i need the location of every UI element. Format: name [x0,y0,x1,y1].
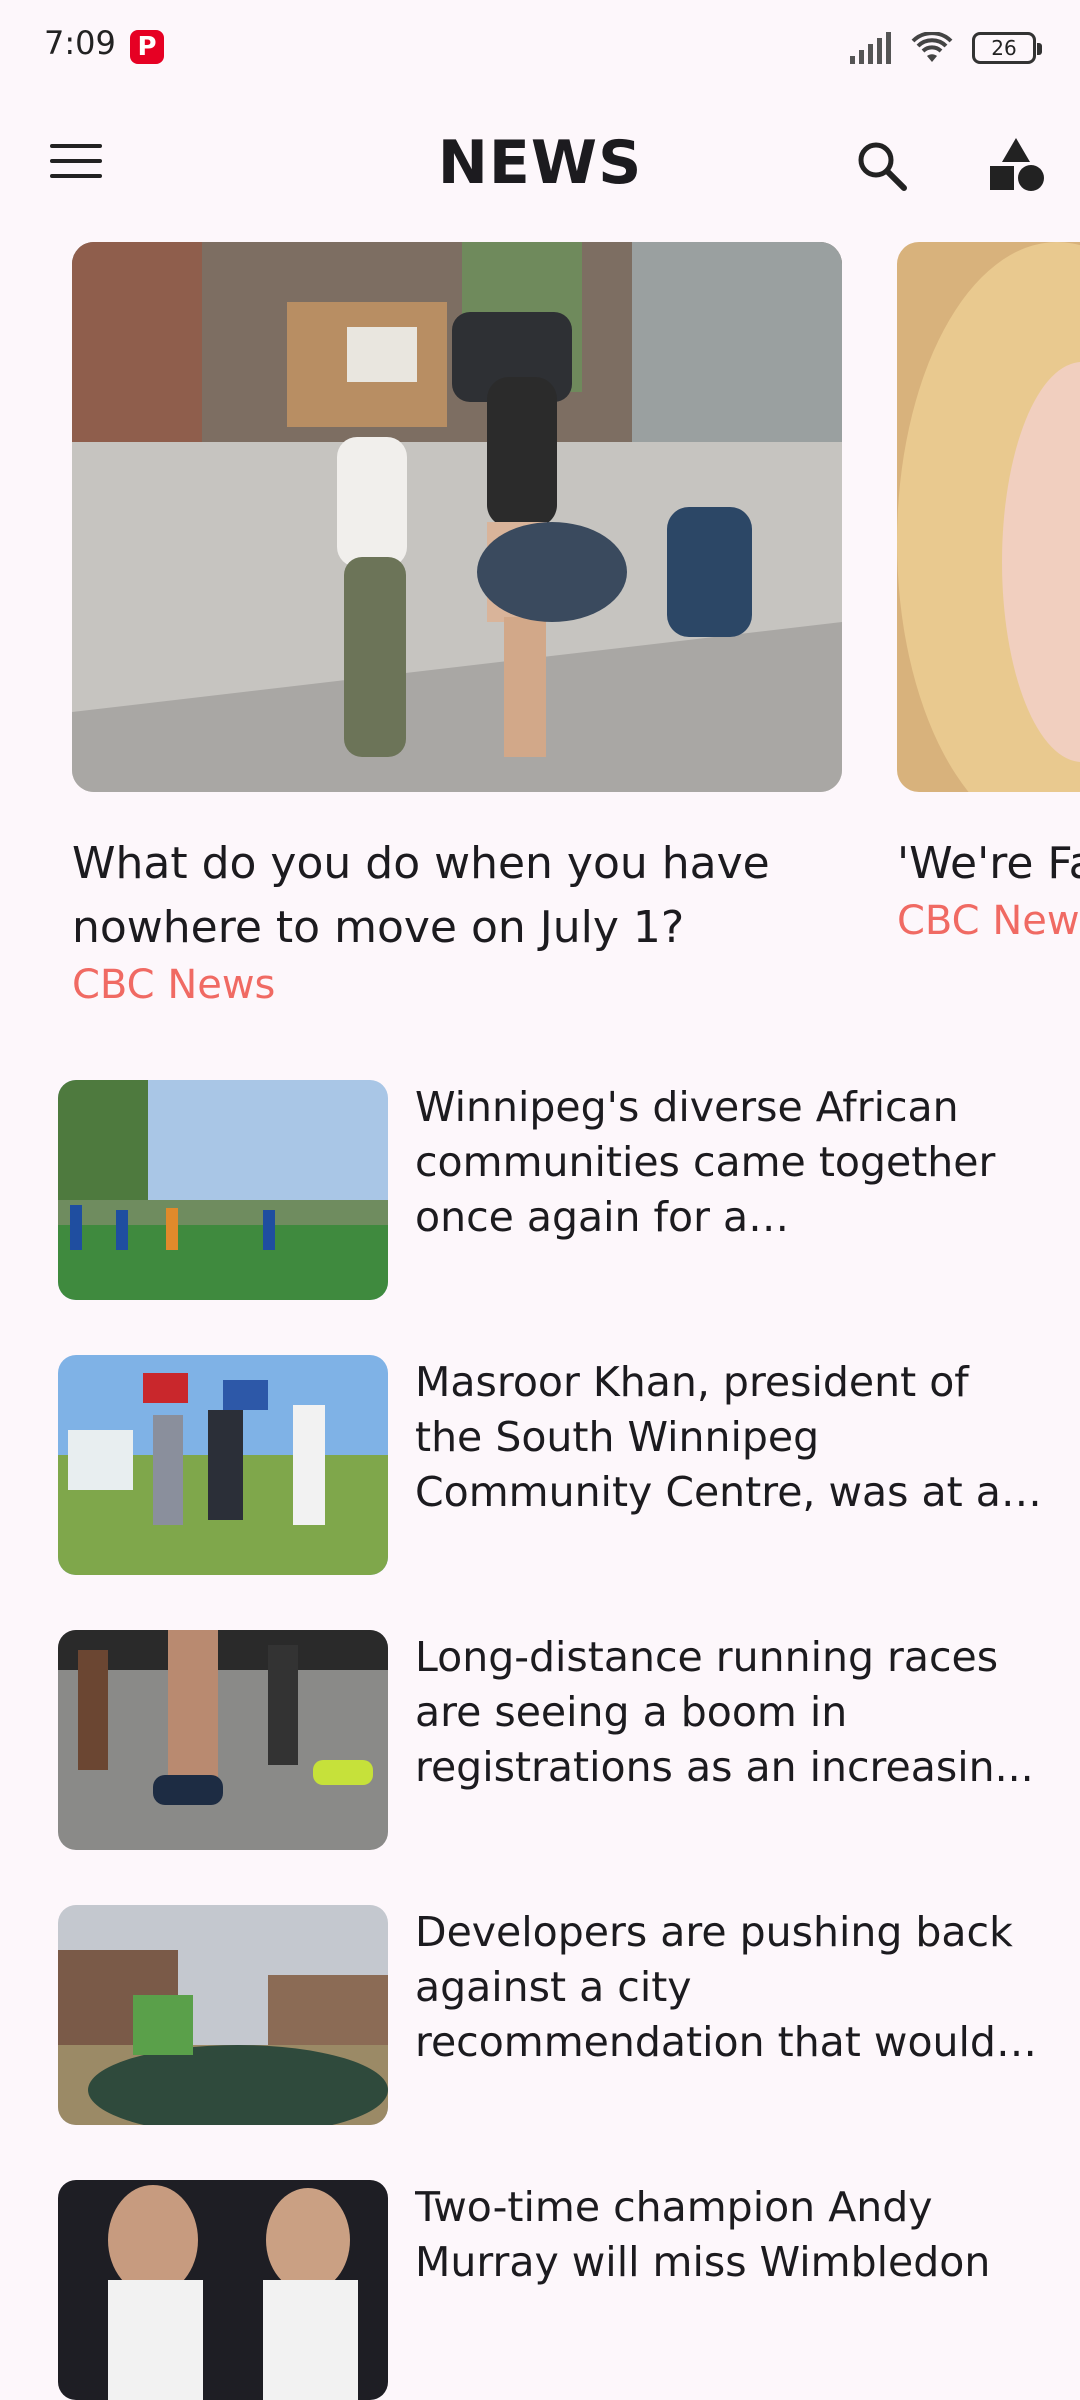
list-item[interactable]: Winnipeg's diverse African communities c… [58,1080,1058,1300]
featured-card[interactable]: 'We're Family CBC News [897,242,1080,944]
search-icon[interactable] [852,136,912,196]
signal-icon [850,32,891,64]
featured-carousel[interactable]: What do you do when you have nowhere to … [0,242,1080,1012]
article-thumbnail [58,2180,388,2400]
wifi-icon [911,32,953,62]
article-thumbnail [58,1905,388,2125]
featured-title: What do you do when you have nowhere to … [72,838,770,953]
article-thumbnail [58,1080,388,1300]
list-item[interactable]: Two-time champion Andy Murray will miss … [58,2180,1058,2400]
list-item[interactable]: Developers are pushing back against a ci… [58,1905,1058,2125]
featured-image [897,242,1080,792]
featured-title: 'We're Family [897,838,1080,889]
article-title: Long-distance running races are seeing a… [415,1633,1034,1791]
featured-card[interactable]: What do you do when you have nowhere to … [72,242,842,1008]
status-time: 7:09 [44,24,116,62]
article-title: Winnipeg's diverse African communities c… [415,1083,996,1241]
article-thumbnail [58,1630,388,1850]
app-bar: NEWS [0,96,1080,236]
featured-source: CBC News [72,962,276,1008]
list-item[interactable]: Long-distance running races are seeing a… [58,1630,1058,1850]
list-item[interactable]: Masroor Khan, president of the South Win… [58,1355,1058,1575]
status-bar: 7:09 P 26 [0,0,1080,96]
article-title: Developers are pushing back against a ci… [415,1908,1013,2066]
status-icons: 26 [848,28,1042,68]
pinterest-notification-icon: P [130,30,164,64]
featured-image [72,242,842,792]
article-title: Masroor Khan, president of the South Win… [415,1358,1001,1516]
article-title: Two-time champion Andy Murray will miss … [415,2183,991,2286]
featured-source: CBC News [897,898,1080,944]
article-thumbnail [58,1355,388,1575]
categories-shapes-icon[interactable] [986,134,1046,194]
battery-indicator: 26 [972,32,1042,64]
page-title: NEWS [437,128,643,198]
